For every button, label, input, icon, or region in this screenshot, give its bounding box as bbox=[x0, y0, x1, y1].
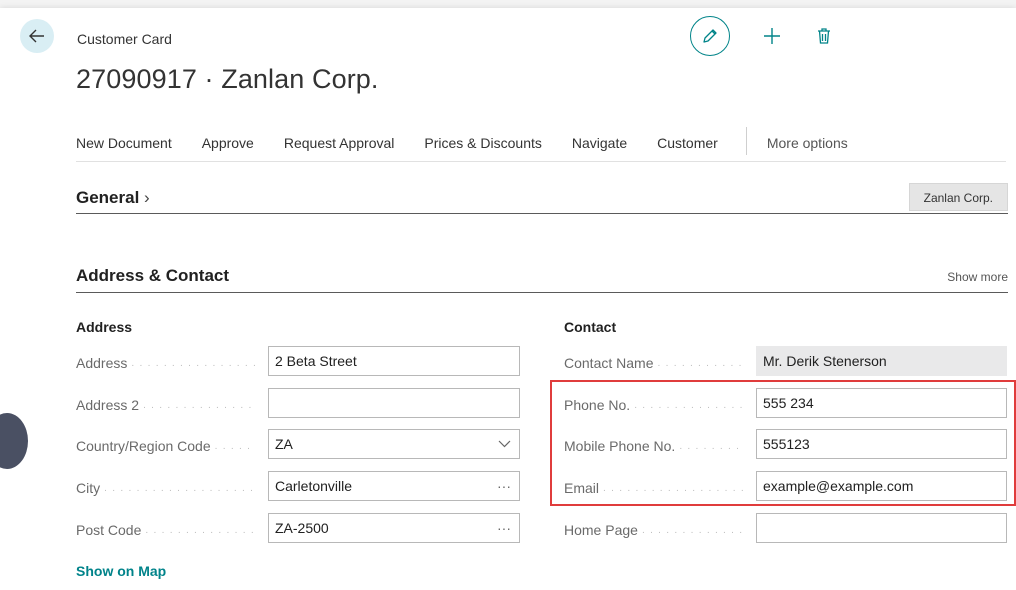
action-navigate[interactable]: Navigate bbox=[572, 127, 627, 151]
delete-button[interactable] bbox=[816, 27, 832, 45]
city-label: City bbox=[76, 480, 256, 496]
more-options-button[interactable]: More options bbox=[767, 127, 848, 151]
country-region-code-select[interactable]: ZA bbox=[268, 429, 520, 459]
pencil-icon bbox=[703, 29, 717, 43]
general-heading[interactable]: General › bbox=[76, 188, 150, 208]
back-button[interactable] bbox=[20, 19, 54, 53]
action-request-approval[interactable]: Request Approval bbox=[284, 127, 395, 151]
action-separator bbox=[745, 127, 747, 155]
action-new-document[interactable]: New Document bbox=[76, 127, 172, 151]
post-code-label: Post Code bbox=[76, 522, 256, 538]
phone-no-field[interactable]: 555 234 bbox=[756, 388, 1007, 418]
home-page-field[interactable] bbox=[756, 513, 1007, 543]
contact-group-title: Contact bbox=[564, 319, 617, 335]
city-value: Carletonville bbox=[275, 478, 353, 494]
country-region-code-label: Country/Region Code bbox=[76, 438, 256, 454]
phone-no-label: Phone No. bbox=[564, 397, 744, 413]
plus-icon bbox=[764, 28, 780, 44]
mobile-phone-no-field[interactable]: 555123 bbox=[756, 429, 1007, 459]
general-summary-tag: Zanlan Corp. bbox=[908, 183, 1008, 211]
page-caption: Customer Card bbox=[77, 31, 172, 47]
post-code-lookup-button[interactable]: ··· bbox=[497, 514, 511, 542]
country-region-code-value: ZA bbox=[275, 436, 293, 452]
city-field[interactable]: Carletonville ··· bbox=[268, 471, 520, 501]
address-2-label: Address 2 bbox=[76, 397, 256, 413]
chevron-right-icon: › bbox=[139, 188, 150, 207]
show-more-link[interactable]: Show more bbox=[947, 270, 1008, 284]
edit-button[interactable] bbox=[690, 16, 730, 56]
general-section-header[interactable]: General › Zanlan Corp. bbox=[76, 180, 1008, 214]
email-field[interactable]: example@example.com bbox=[756, 471, 1007, 501]
address-2-field[interactable] bbox=[268, 388, 520, 418]
post-code-value: ZA-2500 bbox=[275, 520, 329, 536]
chevron-down-icon[interactable] bbox=[498, 439, 511, 449]
show-on-map-link[interactable]: Show on Map bbox=[76, 563, 166, 579]
email-label: Email bbox=[564, 480, 744, 496]
trash-icon bbox=[818, 28, 830, 44]
new-button[interactable] bbox=[762, 26, 782, 46]
contact-name-field: Mr. Derik Stenerson bbox=[756, 346, 1007, 376]
action-bar: New Document Approve Request Approval Pr… bbox=[76, 127, 1006, 162]
action-prices-discounts[interactable]: Prices & Discounts bbox=[424, 127, 541, 151]
customer-card: Customer Card 27090917 · Zanlan Corp. Ne… bbox=[0, 8, 1016, 590]
contact-name-label: Contact Name bbox=[564, 355, 744, 371]
address-contact-section-header: Address & Contact Show more bbox=[76, 262, 1008, 293]
address-contact-heading[interactable]: Address & Contact bbox=[76, 266, 229, 286]
mobile-phone-no-label: Mobile Phone No. bbox=[564, 438, 744, 454]
city-lookup-button[interactable]: ··· bbox=[497, 472, 511, 500]
page-title: 27090917 · Zanlan Corp. bbox=[76, 64, 379, 94]
address-field[interactable]: 2 Beta Street bbox=[268, 346, 520, 376]
home-page-label: Home Page bbox=[564, 522, 744, 538]
action-customer[interactable]: Customer bbox=[657, 127, 718, 151]
address-label: Address bbox=[76, 355, 256, 371]
post-code-field[interactable]: ZA-2500 ··· bbox=[268, 513, 520, 543]
action-approve[interactable]: Approve bbox=[202, 127, 254, 151]
address-group-title: Address bbox=[76, 319, 133, 335]
arrow-left-icon bbox=[29, 29, 44, 43]
